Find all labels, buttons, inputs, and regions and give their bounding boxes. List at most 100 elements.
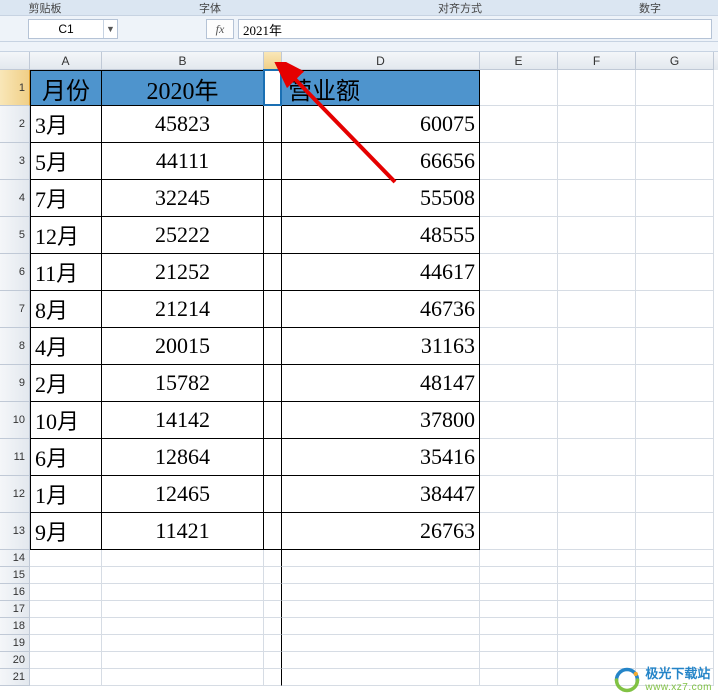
cell-E17[interactable] — [480, 601, 558, 618]
cell-C4[interactable] — [264, 180, 282, 217]
cell-F12[interactable] — [558, 476, 636, 513]
cell-C1[interactable] — [264, 70, 282, 106]
cell-E20[interactable] — [480, 652, 558, 669]
cell-E16[interactable] — [480, 584, 558, 601]
cell-A3[interactable]: 5月 — [30, 143, 102, 180]
cell-E21[interactable] — [480, 669, 558, 686]
row-header-9[interactable]: 9 — [0, 365, 30, 402]
cell-G12[interactable] — [636, 476, 714, 513]
cell-D12[interactable]: 38447 — [282, 476, 480, 513]
row-header-5[interactable]: 5 — [0, 217, 30, 254]
cell-F6[interactable] — [558, 254, 636, 291]
cell-E11[interactable] — [480, 439, 558, 476]
cell-D14[interactable] — [282, 550, 480, 567]
cell-G4[interactable] — [636, 180, 714, 217]
cell-A8[interactable]: 4月 — [30, 328, 102, 365]
cell-F1[interactable] — [558, 70, 636, 106]
cell-B6[interactable]: 21252 — [102, 254, 264, 291]
cell-B19[interactable] — [102, 635, 264, 652]
cell-B7[interactable]: 21214 — [102, 291, 264, 328]
cell-G1[interactable] — [636, 70, 714, 106]
formula-bar[interactable]: 2021年 — [238, 19, 712, 39]
col-header-A[interactable]: A — [30, 52, 102, 70]
cell-G5[interactable] — [636, 217, 714, 254]
cell-A9[interactable]: 2月 — [30, 365, 102, 402]
cell-D10[interactable]: 37800 — [282, 402, 480, 439]
cell-A10[interactable]: 10月 — [30, 402, 102, 439]
cell-C5[interactable] — [264, 217, 282, 254]
cell-B5[interactable]: 25222 — [102, 217, 264, 254]
cell-F10[interactable] — [558, 402, 636, 439]
row-header-19[interactable]: 19 — [0, 635, 30, 652]
cell-A21[interactable] — [30, 669, 102, 686]
cell-A2[interactable]: 3月 — [30, 106, 102, 143]
col-header-G[interactable]: G — [636, 52, 714, 70]
cell-B8[interactable]: 20015 — [102, 328, 264, 365]
row-header-17[interactable]: 17 — [0, 601, 30, 618]
cell-G8[interactable] — [636, 328, 714, 365]
cell-B11[interactable]: 12864 — [102, 439, 264, 476]
row-header-8[interactable]: 8 — [0, 328, 30, 365]
cell-B18[interactable] — [102, 618, 264, 635]
cell-G15[interactable] — [636, 567, 714, 584]
col-header-C[interactable] — [264, 52, 282, 70]
cell-E8[interactable] — [480, 328, 558, 365]
cell-B3[interactable]: 44111 — [102, 143, 264, 180]
cell-A14[interactable] — [30, 550, 102, 567]
cell-C18[interactable] — [264, 618, 282, 635]
cell-B20[interactable] — [102, 652, 264, 669]
cell-B21[interactable] — [102, 669, 264, 686]
cell-E2[interactable] — [480, 106, 558, 143]
cell-B4[interactable]: 32245 — [102, 180, 264, 217]
cell-F11[interactable] — [558, 439, 636, 476]
row-header-10[interactable]: 10 — [0, 402, 30, 439]
cell-C6[interactable] — [264, 254, 282, 291]
cell-F15[interactable] — [558, 567, 636, 584]
cell-D16[interactable] — [282, 584, 480, 601]
cell-E10[interactable] — [480, 402, 558, 439]
cell-G3[interactable] — [636, 143, 714, 180]
cell-G16[interactable] — [636, 584, 714, 601]
cell-E19[interactable] — [480, 635, 558, 652]
name-box[interactable]: C1 ▼ — [28, 19, 118, 39]
cell-F3[interactable] — [558, 143, 636, 180]
cell-B14[interactable] — [102, 550, 264, 567]
cell-B16[interactable] — [102, 584, 264, 601]
cell-A19[interactable] — [30, 635, 102, 652]
cell-B17[interactable] — [102, 601, 264, 618]
row-header-21[interactable]: 21 — [0, 669, 30, 686]
cell-D6[interactable]: 44617 — [282, 254, 480, 291]
cell-B12[interactable]: 12465 — [102, 476, 264, 513]
cell-D7[interactable]: 46736 — [282, 291, 480, 328]
cell-A13[interactable]: 9月 — [30, 513, 102, 550]
cell-C20[interactable] — [264, 652, 282, 669]
row-header-11[interactable]: 11 — [0, 439, 30, 476]
cell-A7[interactable]: 8月 — [30, 291, 102, 328]
cell-C15[interactable] — [264, 567, 282, 584]
cell-E3[interactable] — [480, 143, 558, 180]
cell-E13[interactable] — [480, 513, 558, 550]
cell-G6[interactable] — [636, 254, 714, 291]
cell-E5[interactable] — [480, 217, 558, 254]
row-header-14[interactable]: 14 — [0, 550, 30, 567]
cell-A15[interactable] — [30, 567, 102, 584]
cell-G7[interactable] — [636, 291, 714, 328]
cell-F13[interactable] — [558, 513, 636, 550]
cell-E4[interactable] — [480, 180, 558, 217]
cell-D15[interactable] — [282, 567, 480, 584]
cell-G19[interactable] — [636, 635, 714, 652]
cell-A6[interactable]: 11月 — [30, 254, 102, 291]
cell-F8[interactable] — [558, 328, 636, 365]
cell-D9[interactable]: 48147 — [282, 365, 480, 402]
cell-D3[interactable]: 66656 — [282, 143, 480, 180]
cell-A17[interactable] — [30, 601, 102, 618]
cell-E14[interactable] — [480, 550, 558, 567]
row-header-6[interactable]: 6 — [0, 254, 30, 291]
cell-B15[interactable] — [102, 567, 264, 584]
cell-G18[interactable] — [636, 618, 714, 635]
cell-D5[interactable]: 48555 — [282, 217, 480, 254]
cell-D18[interactable] — [282, 618, 480, 635]
cell-A1[interactable]: 月份 — [30, 70, 102, 106]
cell-C19[interactable] — [264, 635, 282, 652]
cell-F16[interactable] — [558, 584, 636, 601]
